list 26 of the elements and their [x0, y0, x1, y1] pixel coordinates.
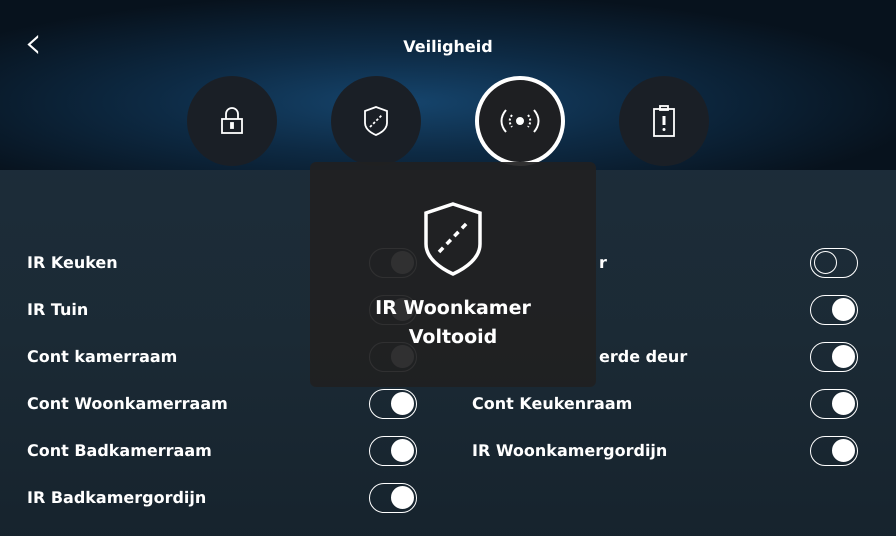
shield-icon: [424, 202, 482, 276]
toggle-switch[interactable]: [369, 436, 417, 466]
toggle-switch[interactable]: [810, 248, 858, 278]
zone-label: Cont Keukenraam: [472, 394, 632, 413]
zone-label: IR Keuken: [27, 253, 118, 272]
zone-label: erde deur: [599, 347, 688, 366]
toggle-switch[interactable]: [810, 342, 858, 372]
toggle-switch[interactable]: [810, 436, 858, 466]
zone-label: Cont Badkamerraam: [27, 441, 212, 460]
zone-label: IR Tuin: [27, 300, 88, 319]
toggle-switch[interactable]: [369, 388, 417, 418]
sensor-icon: [498, 107, 542, 135]
toast-message: IR Woonkamer Voltooid: [375, 296, 531, 350]
clipboard-alert-icon: [653, 105, 675, 137]
zone-label: IR Woonkamergordijn: [472, 441, 668, 460]
zone-label: Cont Woonkamerraam: [27, 394, 228, 413]
zone-label: r: [599, 253, 607, 272]
page-title: Veiligheid: [403, 36, 493, 56]
back-button[interactable]: ‹: [24, 19, 42, 65]
toggle-switch[interactable]: [369, 482, 417, 512]
toggle-switch[interactable]: [810, 388, 858, 418]
zone-label: IR Badkamergordijn: [27, 488, 206, 507]
toggle-switch[interactable]: [810, 294, 858, 324]
shield-icon: [364, 106, 388, 136]
zone-label: Cont kamerraam: [27, 347, 178, 366]
lock-icon: [221, 107, 243, 135]
